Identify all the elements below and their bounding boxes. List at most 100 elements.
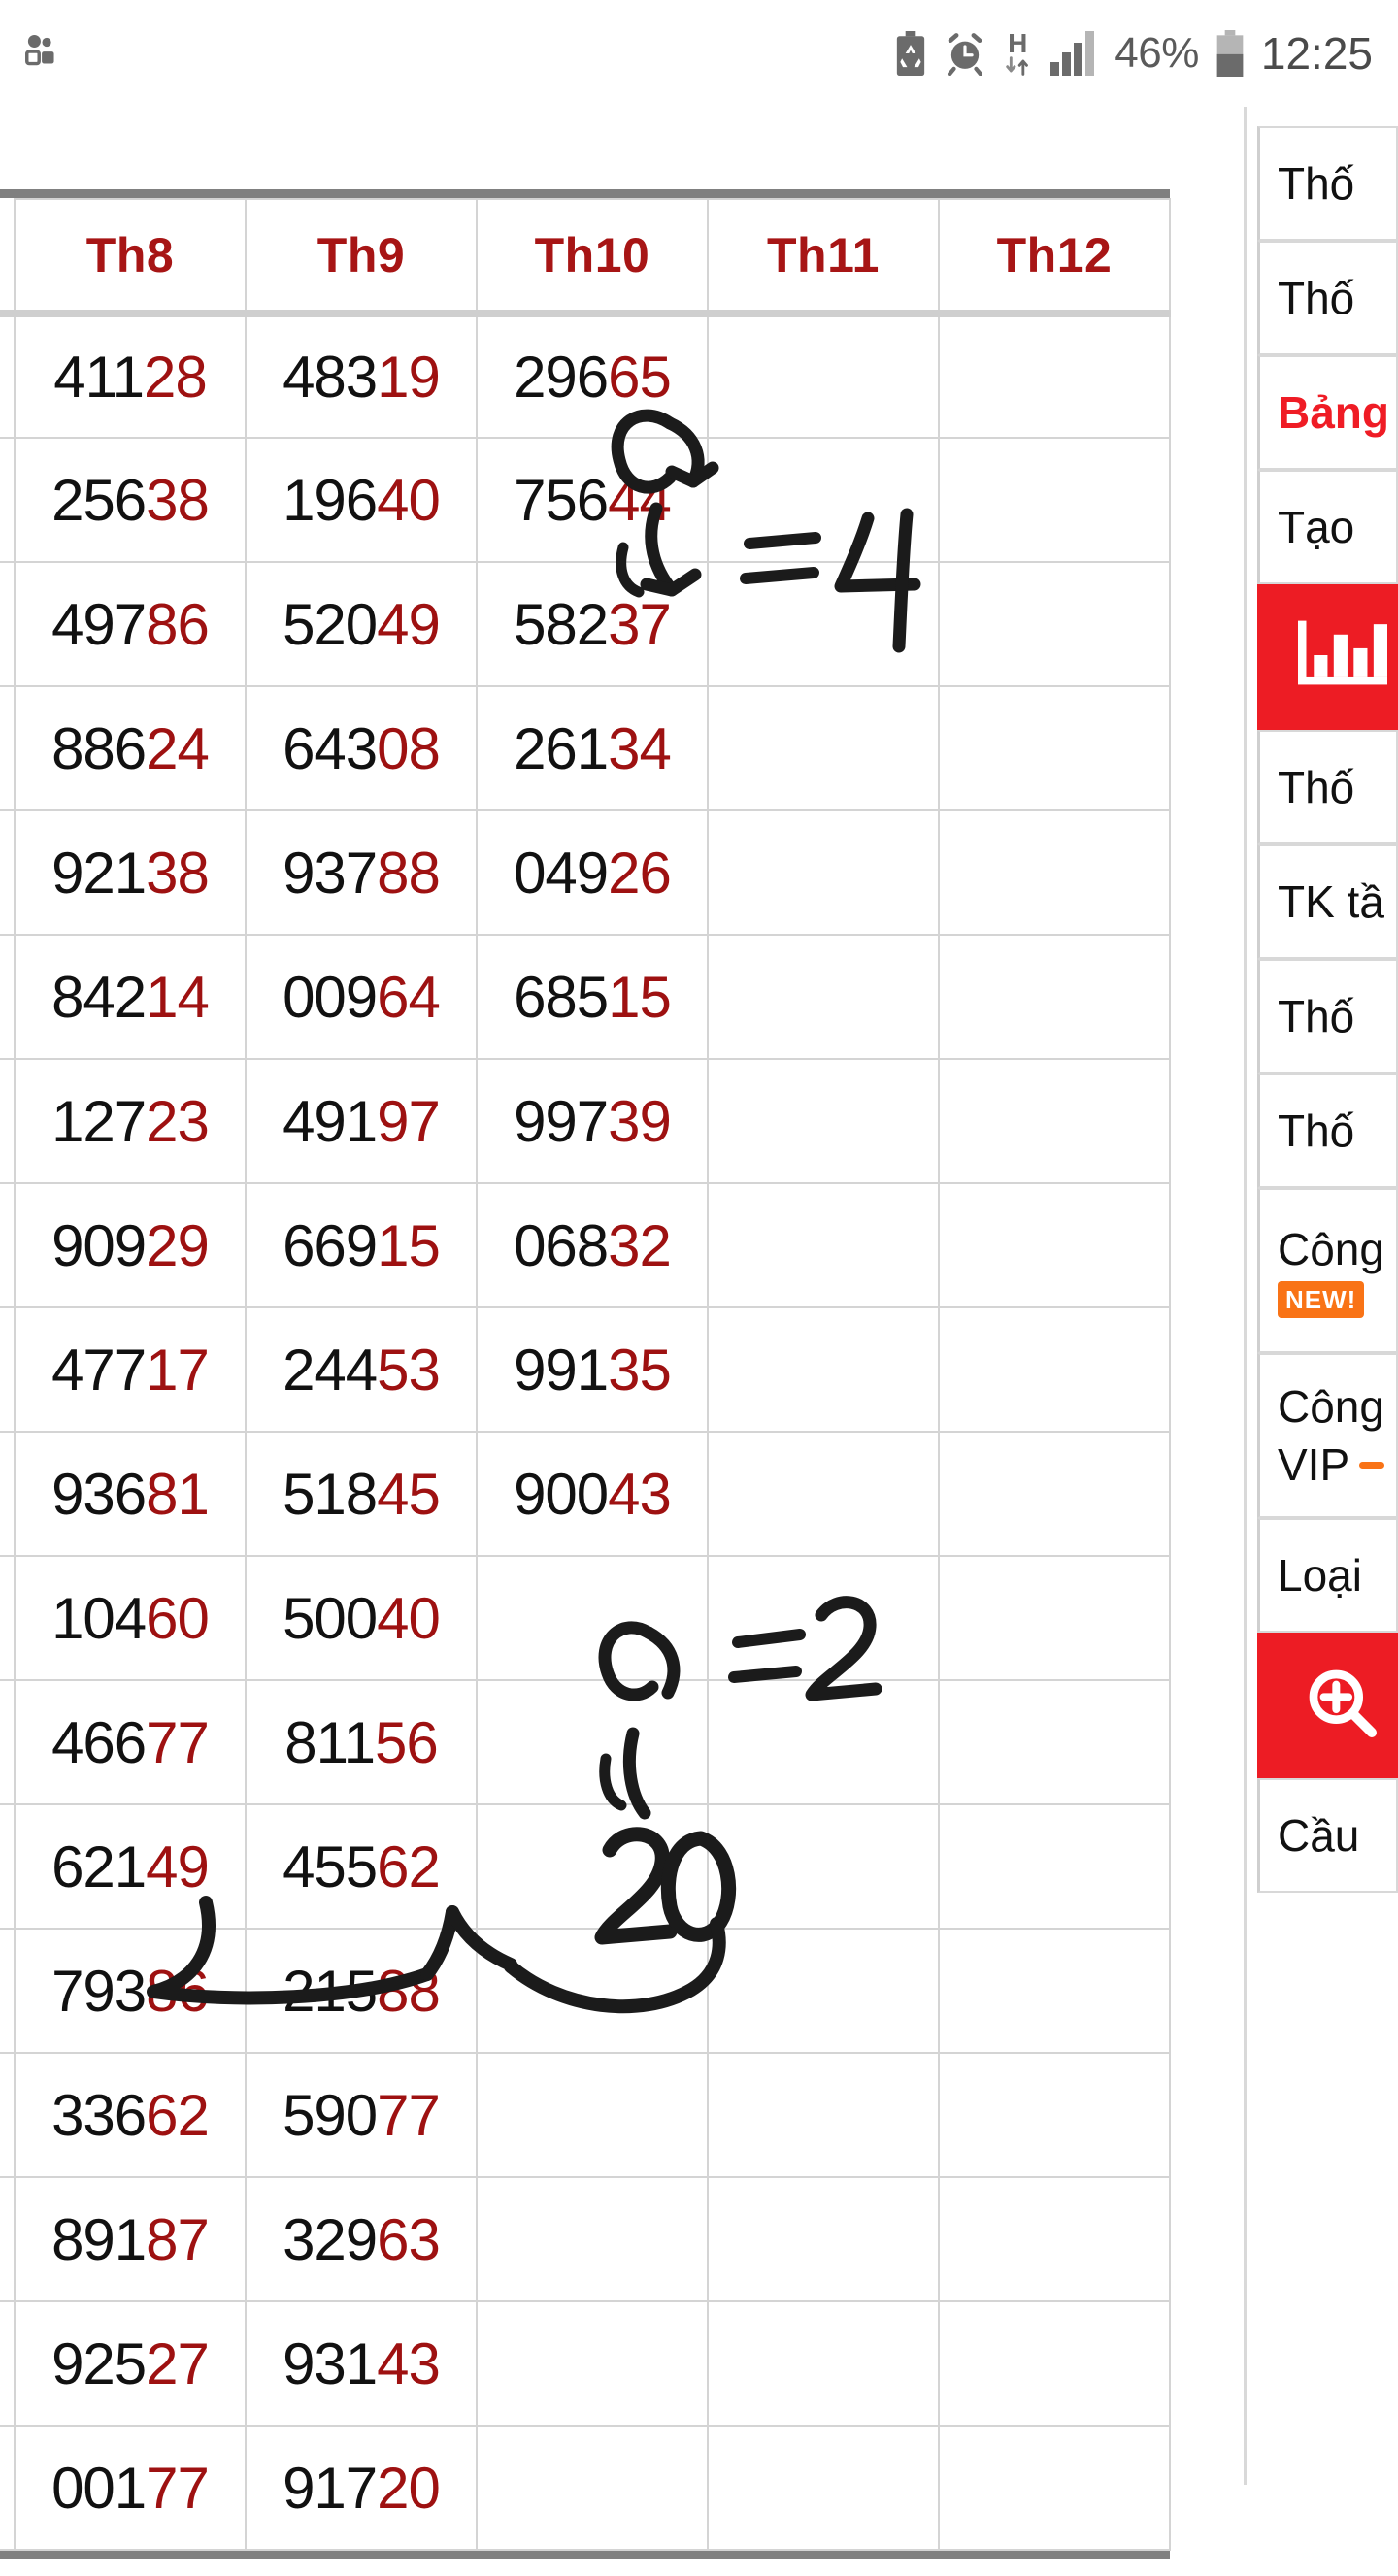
table-cell[interactable] [938,1679,1171,1805]
table-cell-edge[interactable] [0,437,16,563]
table-cell[interactable] [707,437,940,563]
table-cell-edge[interactable] [0,1679,16,1805]
table-cell[interactable]: 66915 [245,1182,478,1308]
table-cell[interactable] [938,809,1171,936]
table-cell[interactable]: 10460 [14,1555,247,1681]
table-cell[interactable]: 51845 [245,1431,478,1557]
table-cell-edge[interactable] [0,934,16,1060]
table-cell-edge[interactable] [0,1803,16,1930]
table-cell[interactable]: 21588 [245,1928,478,2054]
table-cell[interactable] [707,1182,940,1308]
table-cell[interactable] [938,313,1171,439]
table-cell[interactable] [938,1431,1171,1557]
table-cell[interactable] [707,934,940,1060]
table-cell[interactable]: 48319 [245,313,478,439]
table-cell[interactable] [476,1803,709,1930]
table-cell[interactable] [938,934,1171,1060]
table-cell[interactable]: 29665 [476,313,709,439]
sidebar-zoom-button[interactable] [1257,1633,1398,1778]
table-cell[interactable]: 47717 [14,1306,247,1433]
table-cell-edge[interactable] [0,2425,16,2551]
table-cell[interactable] [476,2425,709,2551]
table-cell[interactable]: 90043 [476,1431,709,1557]
table-cell-edge[interactable] [0,809,16,936]
table-cell[interactable] [938,2052,1171,2178]
table-cell[interactable]: 92527 [14,2300,247,2427]
table-cell-edge[interactable] [0,2300,16,2427]
table-cell[interactable] [938,1928,1171,2054]
table-cell[interactable] [938,561,1171,687]
table-cell[interactable] [707,2052,940,2178]
table-cell[interactable] [707,1306,940,1433]
sidebar-item[interactable]: Loại [1257,1518,1398,1633]
table-cell[interactable]: 75644 [476,437,709,563]
table-cell-edge[interactable] [0,1928,16,2054]
table-cell[interactable]: 33662 [14,2052,247,2178]
table-cell[interactable] [938,1306,1171,1433]
table-cell[interactable] [707,2425,940,2551]
table-cell[interactable]: 49197 [245,1058,478,1184]
table-cell[interactable]: 19640 [245,437,478,563]
table-cell-edge[interactable] [0,1431,16,1557]
table-cell[interactable] [938,1555,1171,1681]
table-cell[interactable]: 90929 [14,1182,247,1308]
table-cell[interactable]: 12723 [14,1058,247,1184]
table-cell[interactable]: 52049 [245,561,478,687]
table-cell[interactable]: 59077 [245,2052,478,2178]
table-cell[interactable] [707,561,940,687]
table-cell[interactable] [707,2300,940,2427]
table-cell[interactable]: 58237 [476,561,709,687]
table-cell[interactable]: 62149 [14,1803,247,1930]
table-cell[interactable] [476,1555,709,1681]
table-cell[interactable] [476,2300,709,2427]
table-cell[interactable] [938,1803,1171,1930]
table-cell-edge[interactable] [0,1555,16,1681]
sidebar-item[interactable]: Cầu [1257,1778,1398,1893]
table-cell[interactable]: 93143 [245,2300,478,2427]
table-cell[interactable]: 93681 [14,1431,247,1557]
sidebar-item[interactable]: Thố [1257,126,1398,241]
table-cell[interactable]: 93788 [245,809,478,936]
sidebar-item[interactable]: Thố [1257,959,1398,1073]
table-cell[interactable]: 92138 [14,809,247,936]
table-cell[interactable] [707,685,940,811]
table-cell[interactable] [707,313,940,439]
table-cell[interactable] [938,2176,1171,2302]
table-cell[interactable] [476,1679,709,1805]
sidebar-item[interactable]: Bảng [1257,355,1398,470]
table-cell[interactable]: 50040 [245,1555,478,1681]
table-cell[interactable] [938,437,1171,563]
table-cell[interactable]: 24453 [245,1306,478,1433]
table-cell[interactable] [707,1928,940,2054]
table-cell[interactable]: 41128 [14,313,247,439]
table-cell[interactable] [707,1555,940,1681]
table-cell[interactable]: 25638 [14,437,247,563]
table-cell[interactable] [707,1679,940,1805]
table-cell[interactable]: 00177 [14,2425,247,2551]
table-cell[interactable]: 49786 [14,561,247,687]
table-cell[interactable]: 88624 [14,685,247,811]
table-cell[interactable]: 89187 [14,2176,247,2302]
table-cell[interactable] [476,1928,709,2054]
sidebar-item[interactable]: Thố [1257,1073,1398,1188]
table-cell[interactable] [707,1431,940,1557]
table-cell[interactable]: 91720 [245,2425,478,2551]
table-cell-edge[interactable] [0,1058,16,1184]
table-cell[interactable] [707,2176,940,2302]
table-cell[interactable]: 32963 [245,2176,478,2302]
table-cell-edge[interactable] [0,2176,16,2302]
table-cell[interactable] [938,1058,1171,1184]
table-cell[interactable] [707,1058,940,1184]
table-cell[interactable]: 00964 [245,934,478,1060]
table-cell[interactable]: 64308 [245,685,478,811]
table-cell-edge[interactable] [0,685,16,811]
table-cell[interactable] [707,1803,940,1930]
sidebar-chart-button[interactable] [1257,584,1398,730]
table-cell-edge[interactable] [0,561,16,687]
sidebar-item[interactable]: TK tầ [1257,844,1398,959]
table-cell[interactable] [938,2300,1171,2427]
sidebar-item[interactable]: Công NEW! [1257,1188,1398,1353]
table-cell[interactable] [938,2425,1171,2551]
sidebar-item[interactable]: Công VIP [1257,1353,1398,1518]
sidebar-item[interactable]: Thố [1257,730,1398,844]
